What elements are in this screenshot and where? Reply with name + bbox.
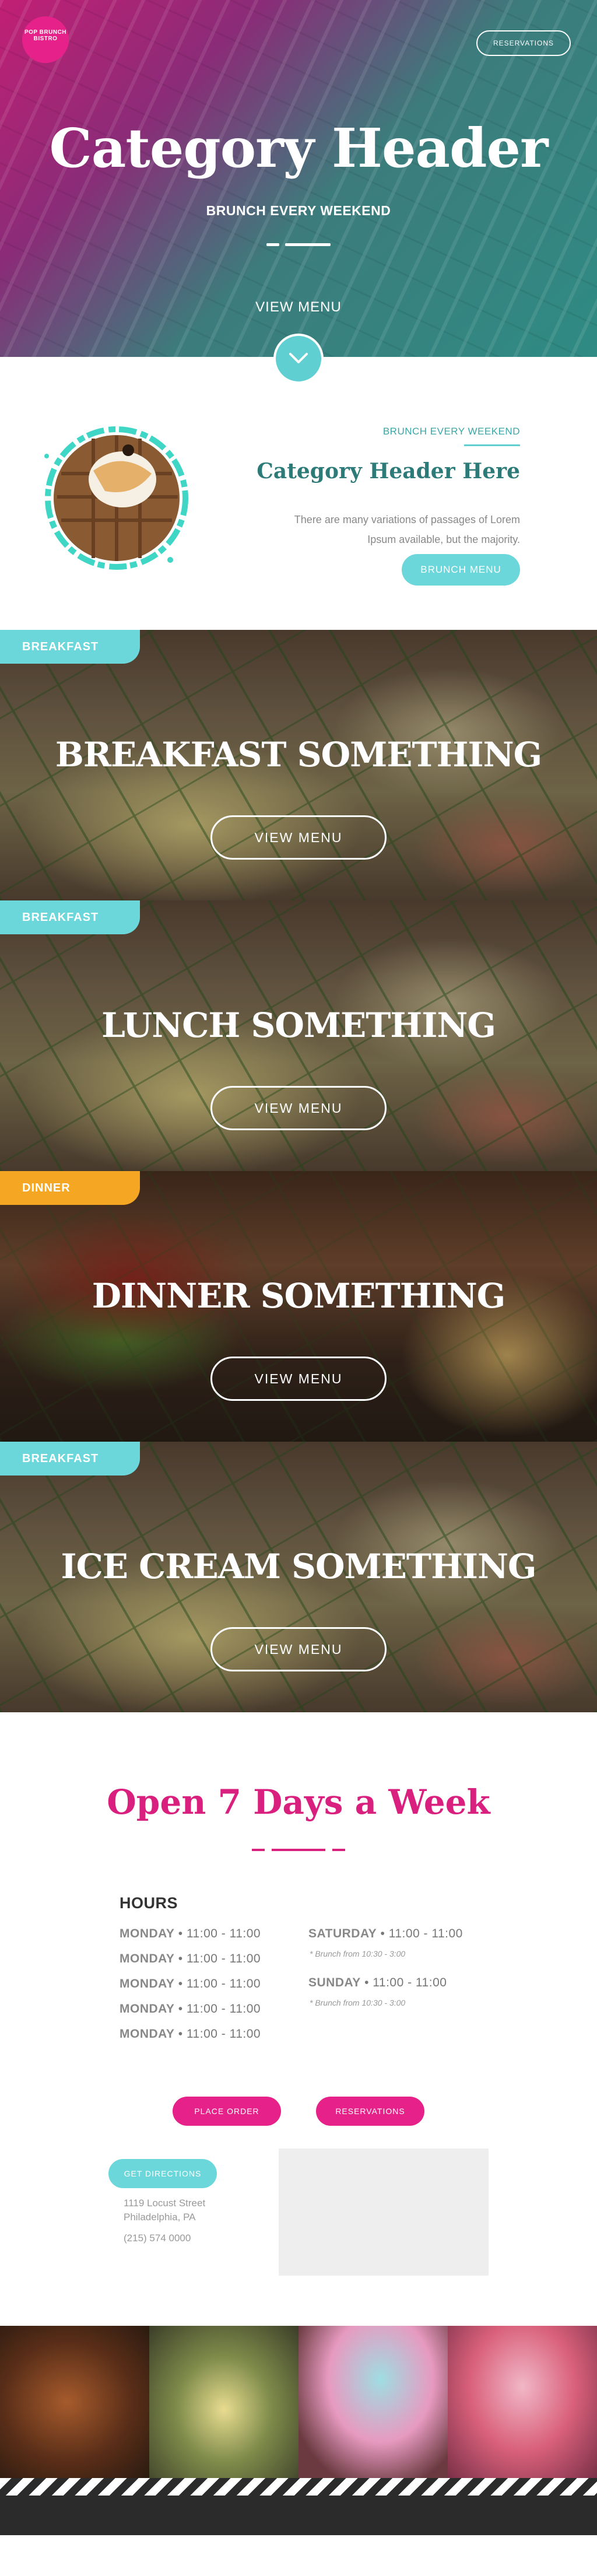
view-menu-button[interactable]: VIEW MENU xyxy=(210,1357,387,1401)
intro-eyebrow: BRUNCH EVERY WEEKEND xyxy=(382,426,520,437)
brunch-menu-button[interactable]: BRUNCH MENU xyxy=(402,554,520,586)
category-tag: BREAKFAST xyxy=(0,630,140,664)
logo[interactable]: POP BRUNCH BISTRO xyxy=(22,16,69,63)
intro-title: Category Header Here xyxy=(257,459,520,483)
category-tag: DINNER xyxy=(0,1171,140,1205)
hours-title: Open 7 Days a Week xyxy=(107,1782,490,1822)
brunch-note: * Brunch from 10:30 - 3:00 xyxy=(310,1998,406,2007)
chevron-down-icon xyxy=(289,353,308,363)
menu-band: BREAKFAST BREAKFAST SOMETHING VIEW MENU xyxy=(0,630,597,900)
intro-section: BRUNCH EVERY WEEKEND Category Header Her… xyxy=(0,334,597,630)
hours-row: MONDAY • 11:00 - 11:00 xyxy=(120,1927,261,1940)
view-menu-button[interactable]: VIEW MENU xyxy=(210,815,387,860)
footer-stripes xyxy=(0,2478,597,2496)
get-directions-button[interactable]: GET DIRECTIONS xyxy=(108,2159,217,2188)
hours-row: MONDAY • 11:00 - 11:00 xyxy=(120,1952,261,1965)
brunch-note: * Brunch from 10:30 - 3:00 xyxy=(310,1949,406,1958)
view-menu-button[interactable]: VIEW MENU xyxy=(210,1627,387,1671)
gallery-image[interactable] xyxy=(149,2326,298,2478)
page-title: Category Header xyxy=(49,117,549,180)
view-menu-button[interactable]: VIEW MENU xyxy=(210,1086,387,1130)
hours-label: HOURS xyxy=(120,1894,178,1912)
view-menu-link[interactable]: VIEW MENU xyxy=(0,299,597,316)
hours-section: Open 7 Days a Week HOURS MONDAY • 11:00 … xyxy=(0,1712,597,2193)
category-tag: BREAKFAST xyxy=(0,1442,140,1475)
menu-title: BREAKFAST SOMETHING xyxy=(55,735,542,774)
intro-divider xyxy=(464,444,520,446)
scroll-down-button[interactable] xyxy=(273,334,324,384)
address-street: 1119 Locust Street xyxy=(124,2198,206,2209)
reservations-button[interactable]: RESERVATIONS xyxy=(476,30,571,56)
hours-row: MONDAY • 11:00 - 11:00 xyxy=(120,1977,261,1990)
menu-title: LUNCH SOMETHING xyxy=(101,1005,496,1045)
reservations-button[interactable]: RESERVATIONS xyxy=(316,2097,424,2126)
menu-band: BREAKFAST ICE CREAM SOMETHING VIEW MENU xyxy=(0,1442,597,1712)
hero-subtitle: BRUNCH EVERY WEEKEND xyxy=(206,203,391,218)
waffle-image xyxy=(44,426,188,570)
hero-divider xyxy=(266,243,331,247)
map-placeholder[interactable] xyxy=(279,2149,489,2276)
phone-number[interactable]: (215) 574 0000 xyxy=(124,2232,191,2244)
gallery-image[interactable] xyxy=(448,2326,597,2478)
hours-row: SUNDAY • 11:00 - 11:00 xyxy=(308,1976,447,1989)
gallery-image[interactable] xyxy=(298,2326,448,2478)
intro-body: There are many variations of passages of… xyxy=(294,514,520,545)
hours-row: MONDAY • 11:00 - 11:00 xyxy=(120,2027,261,2041)
menu-title: ICE CREAM SOMETHING xyxy=(61,1547,536,1586)
menu-title: DINNER SOMETHING xyxy=(92,1276,506,1316)
hours-row: MONDAY • 11:00 - 11:00 xyxy=(120,2002,261,2016)
address-city: Philadelphia, PA xyxy=(124,2211,196,2223)
photo-gallery xyxy=(0,2326,597,2478)
gallery-image[interactable] xyxy=(0,2326,149,2478)
place-order-button[interactable]: PLACE ORDER xyxy=(173,2097,281,2126)
hours-row: SATURDAY • 11:00 - 11:00 xyxy=(308,1927,463,1940)
footer xyxy=(0,2478,597,2535)
menu-band: DINNER DINNER SOMETHING VIEW MENU xyxy=(0,1171,597,1442)
menu-band: BREAKFAST LUNCH SOMETHING VIEW MENU xyxy=(0,900,597,1171)
category-tag: BREAKFAST xyxy=(0,900,140,934)
hours-divider xyxy=(252,1849,345,1851)
hero-section: POP BRUNCH BISTRO RESERVATIONS Category … xyxy=(0,0,597,357)
